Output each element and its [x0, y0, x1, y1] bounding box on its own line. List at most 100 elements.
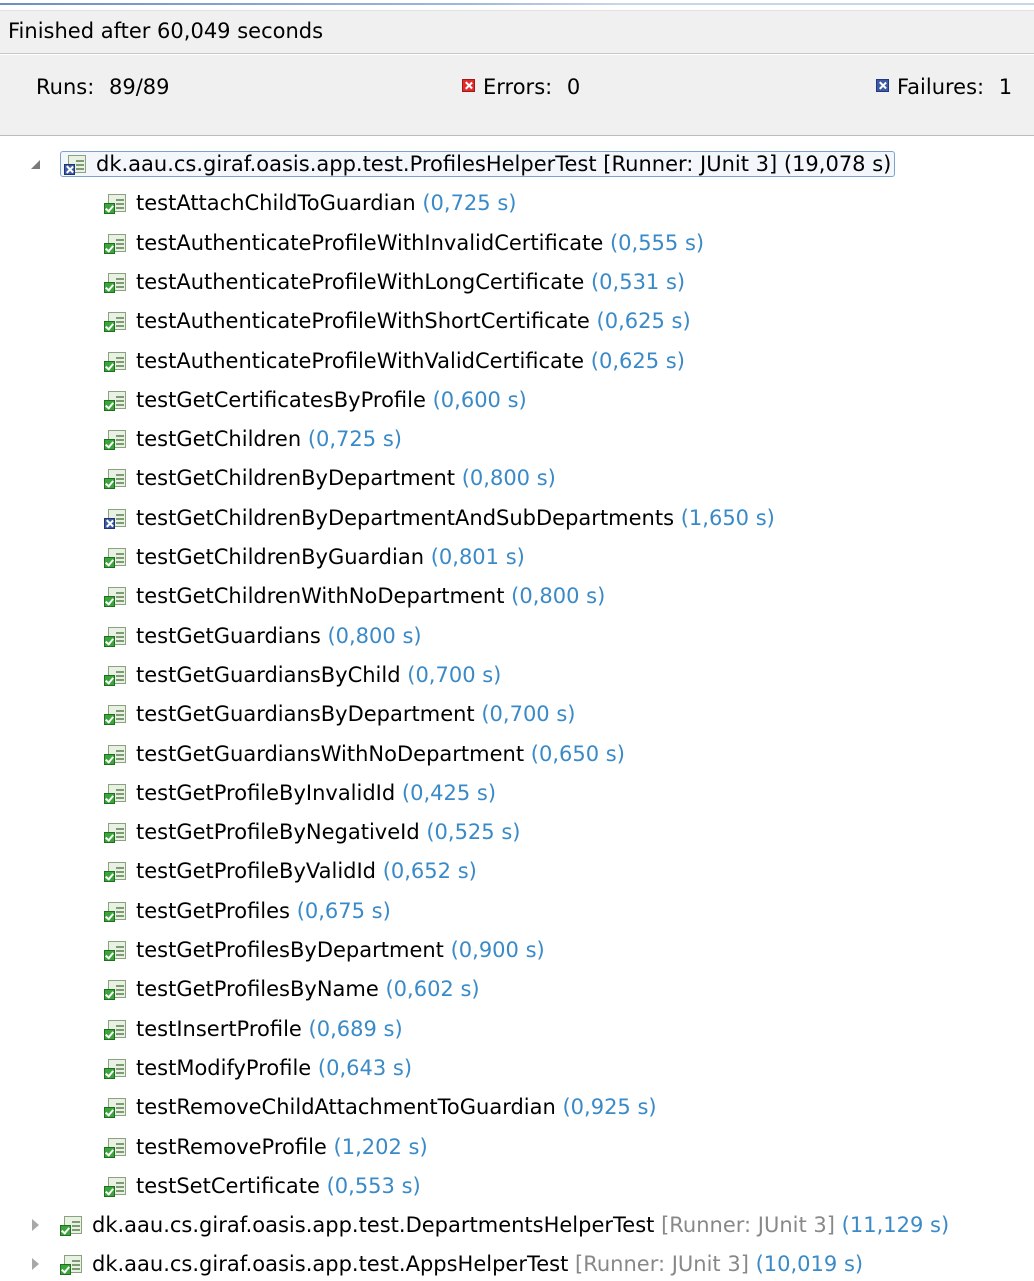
test-case-time: (0,700 s) [481, 702, 576, 727]
test-case-time: (0,650 s) [530, 741, 625, 766]
test-case-name: testRemoveProfile [136, 1134, 327, 1159]
test-case-name: testAttachChildToGuardian [136, 191, 416, 216]
test-passed-icon [104, 428, 128, 451]
suite-name: dk.aau.cs.giraf.oasis.app.test.Departmen… [92, 1213, 655, 1238]
test-passed-icon [104, 703, 128, 726]
test-case-time: (0,900 s) [450, 938, 545, 962]
test-passed-icon [104, 821, 128, 844]
test-passed-icon [104, 1175, 128, 1197]
title-bar-edge [0, 0, 1034, 7]
test-case-name: testGetChildrenByGuardian [136, 545, 425, 569]
test-case-time: (1,202 s) [333, 1134, 428, 1159]
suite-name: dk.aau.cs.giraf.oasis.app.test.ProfilesH… [96, 152, 597, 176]
test-case-name: testGetChildrenWithNoDepartment [136, 584, 505, 609]
test-passed-icon [104, 585, 128, 608]
test-case-time: (0,725 s) [307, 427, 402, 452]
test-case-time: (0,700 s) [407, 662, 502, 687]
suite-row-profiles-helper[interactable]: dk.aau.cs.giraf.oasis.app.test.ProfilesH… [26, 147, 896, 181]
test-case-time: (0,625 s) [590, 348, 685, 373]
test-case-row[interactable]: testGetChildrenByGuardian (0,801 s) [104, 540, 525, 574]
test-case-name: testGetProfilesByDepartment [136, 938, 444, 962]
test-case-time: (0,600 s) [432, 387, 527, 412]
test-case-time: (0,425 s) [401, 780, 497, 805]
test-case-row[interactable]: testSetCertificate (0,553 s) [104, 1169, 421, 1203]
test-case-row[interactable]: testGetGuardians (0,800 s) [104, 619, 422, 653]
test-case-name: testAuthenticateProfileWithLongCertifica… [136, 269, 585, 294]
test-passed-icon [60, 1214, 84, 1237]
collapse-arrow-icon[interactable] [26, 147, 46, 181]
suite-row[interactable]: dk.aau.cs.giraf.oasis.app.test.AppsHelpe… [26, 1247, 863, 1281]
test-case-row[interactable]: testGetProfileByNegativeId (0,525 s) [104, 815, 520, 849]
test-case-name: testGetChildren [136, 427, 302, 452]
test-passed-icon [104, 1096, 128, 1119]
test-case-name: testGetProfilesByName [136, 977, 379, 1002]
test-case-row[interactable]: testAuthenticateProfileWithShortCertific… [104, 304, 691, 338]
test-case-row[interactable]: testRemoveChildAttachmentToGuardian (0,9… [104, 1090, 657, 1124]
test-case-name: testGetProfileByInvalidId [136, 780, 396, 805]
test-passed-icon [60, 1253, 84, 1276]
expand-arrow-icon[interactable] [26, 1208, 46, 1242]
test-case-row[interactable]: testGetProfilesByDepartment (0,900 s) [104, 933, 545, 967]
suite-runner: [Runner: JUnit 3] [661, 1213, 835, 1238]
test-case-row[interactable]: testGetChildrenByDepartment (0,800 s) [104, 461, 556, 495]
test-case-time: (0,525 s) [426, 820, 521, 845]
test-passed-icon [104, 1136, 128, 1158]
test-case-time: (0,800 s) [327, 623, 422, 648]
suite-row[interactable]: dk.aau.cs.giraf.oasis.app.test.Departmen… [26, 1208, 949, 1242]
test-case-row[interactable]: testModifyProfile (0,643 s) [104, 1051, 412, 1085]
test-case-row[interactable]: testGetProfileByValidId (0,652 s) [104, 854, 477, 888]
test-case-name: testGetProfiles [136, 898, 290, 923]
test-case-time: (0,602 s) [385, 977, 480, 1002]
test-case-row[interactable]: testGetChildren (0,725 s) [104, 422, 402, 456]
test-case-time: (0,675 s) [296, 898, 391, 923]
test-case-name: testRemoveChildAttachmentToGuardian [136, 1095, 556, 1120]
test-case-name: testGetChildrenByDepartment [136, 466, 456, 491]
test-passed-icon [104, 350, 128, 372]
test-case-row[interactable]: testGetProfileByInvalidId (0,425 s) [104, 776, 496, 810]
test-case-name: testGetGuardians [136, 623, 321, 648]
test-passed-icon [104, 1018, 128, 1040]
counters-panel: Runs: 89/89 Errors: 0 Failures: 1 [0, 55, 1034, 136]
suite-time: (11,129 s) [841, 1213, 950, 1238]
test-case-row[interactable]: testInsertProfile (0,689 s) [104, 1012, 403, 1046]
test-case-row[interactable]: testGetProfilesByName (0,602 s) [104, 972, 480, 1006]
test-case-time: (0,652 s) [382, 859, 477, 884]
suite-selection[interactable]: dk.aau.cs.giraf.oasis.app.test.ProfilesH… [60, 151, 896, 177]
test-case-row[interactable]: testGetProfiles (0,675 s) [104, 894, 391, 928]
test-case-name: testSetCertificate [136, 1173, 320, 1198]
test-case-row[interactable]: testAuthenticateProfileWithLongCertifica… [104, 265, 685, 299]
test-case-name: testGetProfileByValidId [136, 859, 377, 884]
test-case-name: testModifyProfile [136, 1055, 312, 1080]
test-passed-icon [104, 546, 128, 568]
test-case-row[interactable]: testGetCertificatesByProfile (0,600 s) [104, 383, 527, 417]
test-passed-icon [104, 389, 128, 411]
test-case-row[interactable]: testAttachChildToGuardian (0,725 s) [104, 186, 516, 220]
runs-counter: Runs: 89/89 [36, 75, 170, 99]
test-passed-icon [104, 743, 128, 765]
test-case-row[interactable]: testGetGuardiansByDepartment (0,700 s) [104, 697, 575, 731]
errors-label: Errors: [483, 75, 553, 99]
errors-counter: Errors: 0 [462, 75, 580, 99]
test-case-row[interactable]: testGetChildrenWithNoDepartment (0,800 s… [104, 579, 605, 613]
test-case-time: (0,801 s) [430, 545, 525, 569]
test-case-name: testGetGuardiansWithNoDepartment [136, 741, 525, 766]
suite-runner: [Runner: JUnit 3] [575, 1252, 749, 1277]
test-passed-icon [104, 900, 128, 922]
test-case-row[interactable]: testAuthenticateProfileWithInvalidCertif… [104, 226, 704, 260]
test-case-row[interactable]: testAuthenticateProfileWithValidCertific… [104, 344, 685, 378]
test-case-row[interactable]: testGetGuardiansByChild (0,700 s) [104, 658, 501, 692]
errors-value: 0 [566, 75, 581, 99]
failures-value: 1 [998, 75, 1013, 99]
test-passed-icon [104, 1057, 128, 1079]
test-case-time: (0,925 s) [562, 1095, 657, 1120]
expand-arrow-icon[interactable] [26, 1247, 46, 1281]
test-case-name: testAuthenticateProfileWithInvalidCertif… [136, 230, 604, 255]
test-passed-icon [104, 860, 128, 883]
test-case-name: testGetProfileByNegativeId [136, 820, 420, 845]
test-case-row[interactable]: testGetChildrenByDepartmentAndSubDepartm… [104, 501, 775, 535]
test-passed-icon [104, 625, 128, 647]
suite-time: (19,078 s) [783, 152, 892, 176]
test-failed-icon [104, 507, 128, 529]
test-case-row[interactable]: testRemoveProfile (1,202 s) [104, 1130, 428, 1164]
test-case-row[interactable]: testGetGuardiansWithNoDepartment (0,650 … [104, 737, 625, 771]
